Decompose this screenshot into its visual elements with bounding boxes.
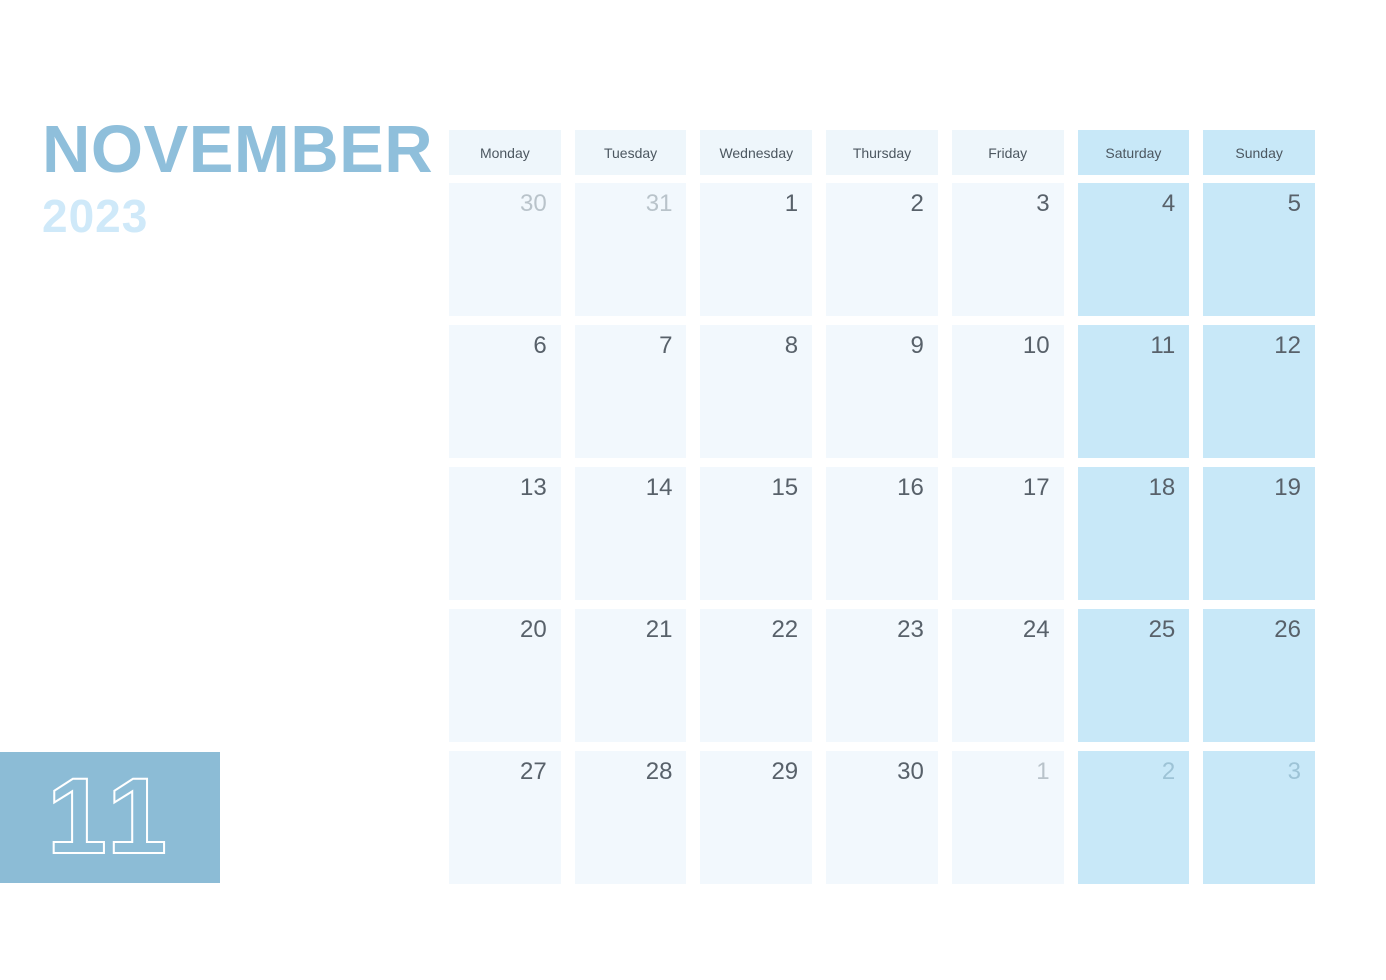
date-cell[interactable]: 13: [449, 467, 561, 600]
date-cell[interactable]: 2: [826, 183, 938, 316]
page-title: NOVEMBER: [42, 112, 434, 187]
weekday-header-sunday: Sunday: [1203, 130, 1315, 175]
date-cell[interactable]: 12: [1203, 325, 1315, 458]
date-cell[interactable]: 22: [700, 609, 813, 742]
date-cell[interactable]: 17: [951, 467, 1064, 600]
date-cell[interactable]: 25: [1077, 609, 1190, 742]
weekday-header-row: Monday Tuesday Wednesday Thursday Friday Satu…: [449, 130, 1315, 175]
date-cell[interactable]: 8: [700, 325, 813, 458]
calendar-title-block: NOVEMBER 2023: [42, 116, 442, 239]
weekday-header-saturday: Saturday: [1077, 130, 1190, 175]
date-cell[interactable]: 11: [1077, 325, 1190, 458]
date-cell[interactable]: 1: [700, 183, 813, 316]
date-cell[interactable]: 15: [700, 467, 813, 600]
month-number-badge: 11: [0, 752, 220, 883]
calendar-grid: Monday Tuesday Wednesday Thursday Friday Satu…: [449, 130, 1315, 884]
date-cell[interactable]: 3: [1203, 751, 1315, 884]
date-cell[interactable]: 26: [1203, 609, 1315, 742]
date-cell[interactable]: 23: [826, 609, 938, 742]
date-cell[interactable]: 5: [1203, 183, 1315, 316]
date-cell[interactable]: 2: [1077, 751, 1190, 884]
date-cell[interactable]: 14: [574, 467, 687, 600]
weekday-header-tuesday: Tuesday: [574, 130, 687, 175]
date-cell[interactable]: 3: [951, 183, 1064, 316]
calendar-page: NOVEMBER 2023 11 Monday Tuesday Wednesday T…: [0, 0, 1386, 980]
date-cell[interactable]: 10: [951, 325, 1064, 458]
calendar-week-row: 20 21 22 23 24 25 26: [449, 609, 1315, 742]
calendar-week-row: 27 28 29 30 1 2 3: [449, 751, 1315, 884]
date-cell[interactable]: 29: [700, 751, 813, 884]
date-cell[interactable]: 1: [951, 751, 1064, 884]
date-cell[interactable]: 30: [449, 183, 561, 316]
calendar-week-row: 6 7 8 9 10 11 12: [449, 325, 1315, 458]
weekday-header-friday: Friday: [951, 130, 1064, 175]
date-cell[interactable]: 18: [1077, 467, 1190, 600]
date-cell[interactable]: 9: [826, 325, 938, 458]
date-cell[interactable]: 4: [1077, 183, 1190, 316]
date-cell[interactable]: 30: [826, 751, 938, 884]
calendar-week-row: 13 14 15 16 17 18 19: [449, 467, 1315, 600]
calendar-week-row: 30 31 1 2 3 4 5: [449, 183, 1315, 316]
date-cell[interactable]: 6: [449, 325, 561, 458]
calendar-week-rows: 30 31 1 2 3 4 5 6 7 8 9 10 11 12 13 14 15 16 17 18 19 20 21 22 2…: [449, 183, 1315, 884]
weekday-header-thursday: Thursday: [826, 130, 938, 175]
date-cell[interactable]: 28: [574, 751, 687, 884]
month-number-label: 11: [46, 754, 174, 876]
year-label: 2023: [42, 190, 149, 242]
date-cell[interactable]: 19: [1203, 467, 1315, 600]
weekday-header-monday: Monday: [449, 130, 561, 175]
date-cell[interactable]: 7: [574, 325, 687, 458]
date-cell[interactable]: 27: [449, 751, 561, 884]
date-cell[interactable]: 16: [826, 467, 938, 600]
date-cell[interactable]: 24: [951, 609, 1064, 742]
date-cell[interactable]: 21: [574, 609, 687, 742]
date-cell[interactable]: 20: [449, 609, 561, 742]
date-cell[interactable]: 31: [574, 183, 687, 316]
weekday-header-wednesday: Wednesday: [700, 130, 813, 175]
